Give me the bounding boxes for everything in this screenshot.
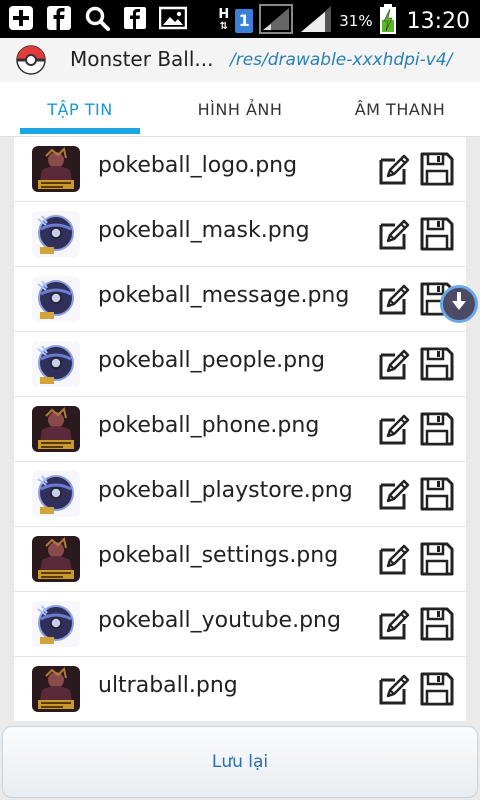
file-row[interactable]: pokeball_mask.png [14, 202, 466, 267]
file-row[interactable]: pokeball_phone.png [14, 397, 466, 462]
edit-icon[interactable] [378, 412, 412, 446]
edit-icon[interactable] [378, 542, 412, 576]
file-name: pokeball_settings.png [98, 543, 339, 568]
save-icon[interactable] [420, 152, 454, 186]
edit-icon[interactable] [378, 152, 412, 186]
data-indicator-icon: H ⇅ [218, 7, 230, 32]
signal-weak-icon [259, 4, 294, 38]
file-name: pokeball_youtube.png [98, 608, 341, 633]
file-row[interactable]: ultraball.png [14, 657, 466, 722]
add-box-icon [6, 4, 36, 32]
save-icon[interactable] [420, 542, 454, 576]
edit-icon[interactable] [378, 477, 412, 511]
edit-icon[interactable] [378, 672, 412, 706]
clock: 13:20 [406, 8, 470, 34]
file-thumbnail [32, 276, 80, 322]
file-name: pokeball_playstore.png [98, 478, 353, 503]
edit-icon[interactable] [378, 217, 412, 251]
save-icon[interactable] [420, 477, 454, 511]
save-all-button[interactable]: Lưu lại [2, 726, 478, 798]
file-name: ultraball.png [98, 673, 238, 698]
battery-percent: 31% [339, 12, 373, 30]
edit-icon[interactable] [378, 347, 412, 381]
file-thumbnail [32, 536, 80, 582]
system-indicators: H ⇅ 1 31% 13:20 [218, 3, 470, 39]
file-name: pokeball_mask.png [98, 218, 310, 243]
sim-badge: 1 [235, 9, 254, 33]
save-icon[interactable] [420, 607, 454, 641]
notification-icons [6, 4, 188, 32]
save-icon[interactable] [420, 347, 454, 381]
battery-charging-icon [379, 3, 397, 39]
edit-icon[interactable] [378, 607, 412, 641]
search-icon [82, 4, 112, 32]
image-icon [158, 4, 188, 32]
active-tab-indicator [20, 128, 140, 134]
bottom-bar: Lưu lại [0, 724, 480, 800]
file-name: pokeball_phone.png [98, 413, 320, 438]
save-icon[interactable] [420, 412, 454, 446]
signal-icon [299, 4, 333, 38]
tab-sounds[interactable]: ÂM THANH [320, 82, 480, 136]
file-thumbnail [32, 601, 80, 647]
folder-path: /res/drawable-xxxhdpi-v4/ [230, 50, 453, 70]
file-row[interactable]: pokeball_youtube.png [14, 592, 466, 657]
save-icon[interactable] [420, 672, 454, 706]
file-thumbnail [32, 406, 80, 452]
file-thumbnail [32, 471, 80, 517]
download-button[interactable] [440, 285, 478, 323]
file-thumbnail [32, 211, 80, 257]
facebook-icon [44, 4, 74, 32]
pokeball-logo-icon [16, 45, 46, 75]
app-title: Monster Ball... [70, 47, 214, 71]
download-arrow-icon [449, 291, 469, 317]
file-row[interactable]: pokeball_playstore.png [14, 462, 466, 527]
file-row[interactable]: pokeball_settings.png [14, 527, 466, 592]
facebook-icon [120, 4, 150, 32]
file-row[interactable]: pokeball_logo.png [14, 137, 466, 202]
file-name: pokeball_people.png [98, 348, 326, 373]
file-list: pokeball_logo.png pokeball_mask.pngpokeba… [14, 137, 466, 722]
file-row[interactable]: pokeball_message.png [14, 267, 466, 332]
tab-images[interactable]: HÌNH ẢNH [160, 82, 320, 136]
file-thumbnail [32, 666, 80, 712]
edit-icon[interactable] [378, 282, 412, 316]
file-thumbnail [32, 146, 80, 192]
file-thumbnail [32, 341, 80, 387]
file-name: pokeball_message.png [98, 283, 350, 308]
file-row[interactable]: pokeball_people.png [14, 332, 466, 397]
status-bar: H ⇅ 1 31% 13:20 [0, 0, 480, 38]
file-name: pokeball_logo.png [98, 153, 298, 178]
save-icon[interactable] [420, 217, 454, 251]
app-bar: Monster Ball... /res/drawable-xxxhdpi-v4… [0, 38, 480, 83]
